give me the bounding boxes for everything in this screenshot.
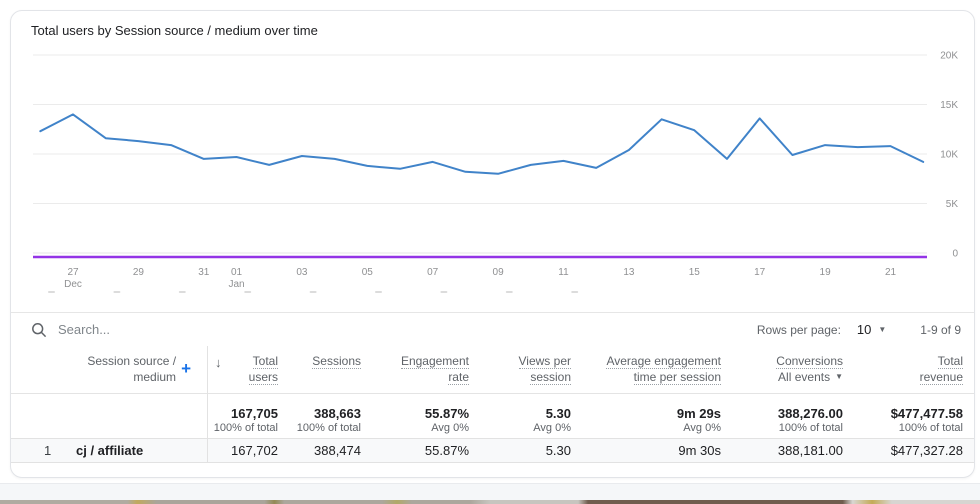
faded-dash <box>506 291 513 293</box>
chart-line-total-users <box>40 114 923 173</box>
metric-column-header[interactable]: Totalrevenue <box>843 346 963 385</box>
pagination-range: 1-9 of 9 <box>920 323 961 337</box>
rows-per-page-label: Rows per page: <box>757 323 841 337</box>
x-axis-tick: 21 <box>885 267 897 278</box>
faded-dash <box>179 291 186 293</box>
table-cell: $477,327.28 <box>843 439 963 463</box>
dimension-header-label: Session source / medium <box>87 353 176 385</box>
metric-column-header[interactable]: ConversionsAll events▼ <box>721 346 843 385</box>
search-box[interactable]: Search... <box>31 322 110 338</box>
report-card: Total users by Session source / medium o… <box>10 10 975 478</box>
y-axis-label: 10K <box>940 150 958 161</box>
metric-column-header[interactable]: Views persession <box>469 346 571 385</box>
table-cell: 388,474 <box>278 439 361 463</box>
faded-dash <box>244 291 251 293</box>
caret-down-icon: ▼ <box>835 369 843 385</box>
x-axis-tick: 05 <box>362 267 374 278</box>
faded-dash <box>375 291 382 293</box>
totals-cell: $477,477.58100% of total <box>843 395 963 436</box>
table-toolbar: Search... Rows per page: 10 ▼ 1-9 of 9 <box>11 312 974 346</box>
pagination-controls: Rows per page: 10 ▼ 1-9 of 9 <box>757 322 961 337</box>
x-axis-tick: 07 <box>427 267 439 278</box>
caret-down-icon: ▼ <box>878 325 886 334</box>
y-axis-label: 0 <box>952 249 958 260</box>
add-dimension-icon[interactable]: + <box>181 359 191 379</box>
search-icon <box>31 322 47 338</box>
page-background-band <box>0 483 980 500</box>
metric-column-header[interactable]: Totalusers <box>207 346 278 385</box>
x-axis-tick: 03 <box>296 267 308 278</box>
line-chart[interactable]: 20K 15K 10K 5K 0 27Dec 29 31 01Jan 03 05 07 09 11 13 15… <box>11 11 976 311</box>
totals-cell: 9m 29sAvg 0% <box>571 395 721 436</box>
table-cell: 388,181.00 <box>721 439 843 463</box>
faded-dash <box>113 291 120 293</box>
faded-dash <box>48 291 55 293</box>
x-axis-tick: 09 <box>493 267 505 278</box>
cropped-content-strip <box>0 500 980 504</box>
search-input[interactable]: Search... <box>58 322 110 337</box>
x-axis-tick: 11 <box>558 267 569 278</box>
table-header-row: Session source / medium + ↓ TotalusersSe… <box>11 346 974 394</box>
row-index: 1 <box>44 439 51 463</box>
totals-cell: 388,663100% of total <box>278 395 361 436</box>
x-axis-tick-month: Dec <box>64 279 82 290</box>
x-axis-tick: 13 <box>623 267 635 278</box>
totals-cell: 55.87%Avg 0% <box>361 395 469 436</box>
x-axis-tick: 01 <box>231 267 243 278</box>
table-row[interactable]: 1 cj / affiliate 167,702388,47455.87%5.309… <box>11 438 974 463</box>
faded-dash <box>571 291 578 293</box>
metric-column-header[interactable]: Average engagementtime per session <box>571 346 721 385</box>
rows-per-page-value: 10 <box>857 322 871 337</box>
x-axis-tick: 29 <box>133 267 145 278</box>
x-axis-tick: 31 <box>198 267 210 278</box>
column-divider <box>207 346 208 463</box>
events-filter-dropdown[interactable]: All events▼ <box>778 369 843 385</box>
dimension-column-header[interactable]: Session source / medium + <box>11 353 207 385</box>
rows-per-page-select[interactable]: 10 ▼ <box>857 322 886 337</box>
x-axis-tick: 15 <box>689 267 701 278</box>
table-cell: 167,702 <box>207 439 278 463</box>
x-axis-tick: 27 <box>67 267 79 278</box>
table-cell: 55.87% <box>361 439 469 463</box>
metric-column-header[interactable]: Sessions <box>278 346 361 385</box>
metric-column-header[interactable]: Engagementrate <box>361 346 469 385</box>
x-axis-tick-month: Jan <box>228 279 244 290</box>
totals-cell: 167,705100% of total <box>207 395 278 436</box>
totals-row: 167,705100% of total388,663100% of total… <box>11 395 974 438</box>
row-dimension: cj / affiliate <box>76 439 143 463</box>
y-axis-label: 20K <box>940 51 958 62</box>
faded-dash <box>310 291 317 293</box>
table-cell: 5.30 <box>469 439 571 463</box>
x-axis-tick: 17 <box>754 267 766 278</box>
x-axis-tick: 19 <box>820 267 832 278</box>
totals-cell: 388,276.00100% of total <box>721 395 843 436</box>
table-cell: 9m 30s <box>571 439 721 463</box>
y-axis-label: 5K <box>946 199 959 210</box>
y-axis-label: 15K <box>940 100 958 111</box>
faded-dash <box>440 291 447 293</box>
totals-cell: 5.30Avg 0% <box>469 395 571 436</box>
